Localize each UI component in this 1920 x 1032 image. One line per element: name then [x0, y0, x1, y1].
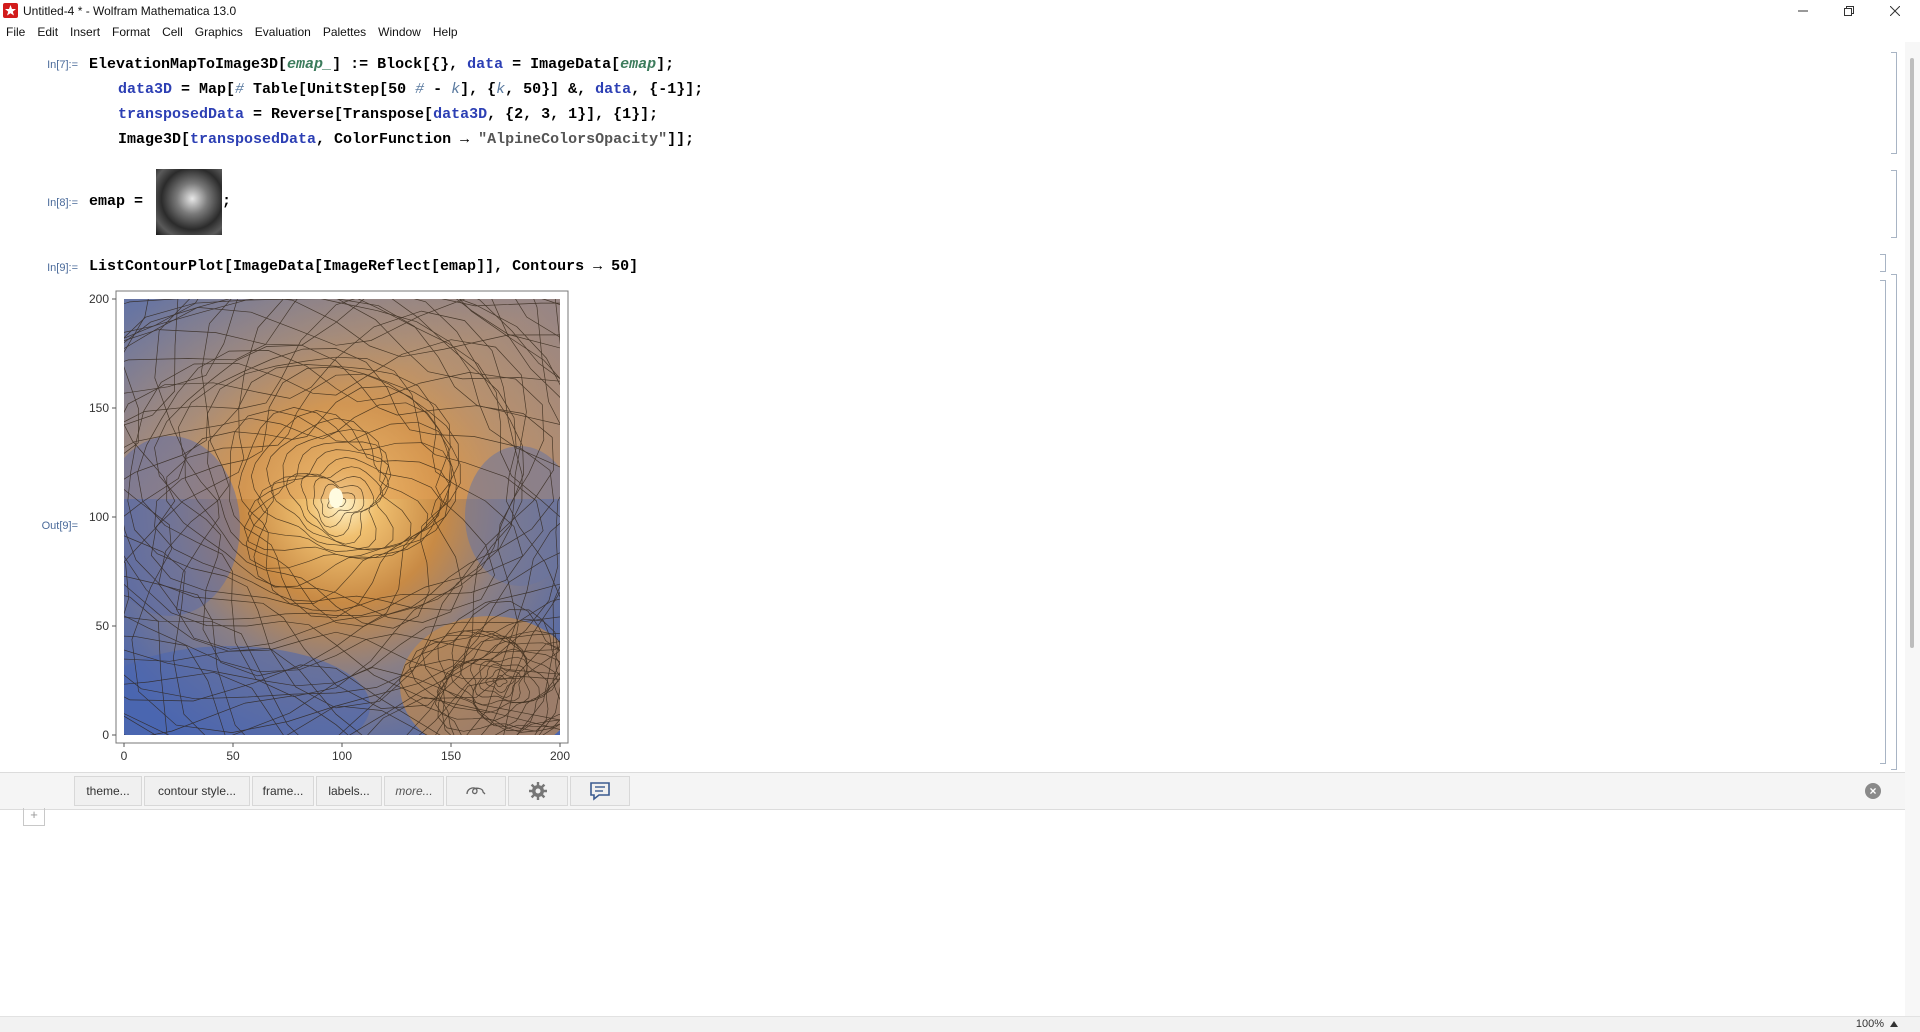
- suggestions-close-icon[interactable]: ×: [1865, 783, 1881, 799]
- x-tick-label-0: 0: [121, 749, 128, 763]
- menu-help[interactable]: Help: [433, 25, 458, 39]
- code-line-2[interactable]: data3D = Map[# Table[UnitStep[50 # - k],…: [118, 81, 703, 98]
- cell-bracket-in7[interactable]: [1891, 52, 1897, 154]
- window-title: Untitled-4 * - Wolfram Mathematica 13.0: [23, 4, 237, 18]
- code-line-3[interactable]: transposedData = Reverse[Transpose[data3…: [118, 106, 658, 123]
- menu-format[interactable]: Format: [112, 25, 150, 39]
- code-line-1[interactable]: ElevationMapToImage3D[emap_] := Block[{}…: [89, 56, 674, 73]
- cell-label-in7: In[7]:=: [47, 59, 78, 71]
- menu-file[interactable]: File: [6, 25, 25, 39]
- y-tick-label-50: 50: [96, 619, 110, 633]
- elevation-map-thumbnail[interactable]: [156, 169, 222, 235]
- settings-gear-icon[interactable]: [508, 776, 568, 806]
- cell-label-in8: In[8]:=: [47, 197, 78, 209]
- status-bar: 100%: [0, 1016, 1920, 1032]
- y-tick-label-200: 200: [89, 292, 109, 306]
- chat-icon[interactable]: [570, 776, 630, 806]
- cell-bracket-group[interactable]: [1891, 274, 1897, 770]
- iconize-icon[interactable]: [446, 776, 506, 806]
- restore-button[interactable]: [1826, 0, 1872, 22]
- y-tick-label-150: 150: [89, 401, 109, 415]
- x-axis-ticks: 0 50 100 150 200: [121, 743, 570, 763]
- minimize-button[interactable]: [1780, 0, 1826, 22]
- code-semicolon: ;: [222, 193, 232, 210]
- menu-insert[interactable]: Insert: [70, 25, 100, 39]
- plot-frame: [115, 290, 569, 744]
- zoom-up-arrow-icon[interactable]: [1890, 1021, 1898, 1027]
- zoom-level[interactable]: 100%: [1856, 1018, 1884, 1030]
- frame-button[interactable]: frame...: [252, 776, 314, 806]
- code-line-listcontourplot[interactable]: ListContourPlot[ImageData[ImageReflect[e…: [89, 258, 638, 275]
- cell-label-out9: Out[9]=: [41, 520, 78, 532]
- suggestions-bar: theme... contour style... frame... label…: [0, 772, 1905, 810]
- theme-button[interactable]: theme...: [74, 776, 142, 806]
- code-line-emap[interactable]: emap =: [89, 193, 152, 210]
- menu-edit[interactable]: Edit: [37, 25, 58, 39]
- y-tick-label-0: 0: [102, 728, 109, 742]
- menu-graphics[interactable]: Graphics: [195, 25, 243, 39]
- contour-plot[interactable]: 0 50 100 150 200 0 50 100 150 200: [80, 286, 580, 766]
- menu-bar: File Edit Insert Format Cell Graphics Ev…: [0, 22, 470, 42]
- x-tick-label-50: 50: [226, 749, 240, 763]
- cell-bracket-out9[interactable]: [1880, 280, 1886, 764]
- menu-cell[interactable]: Cell: [162, 25, 183, 39]
- cell-label-in9: In[9]:=: [47, 262, 78, 274]
- close-button[interactable]: [1872, 0, 1918, 22]
- cell-bracket-in8[interactable]: [1891, 170, 1897, 238]
- menu-evaluation[interactable]: Evaluation: [255, 25, 311, 39]
- contour-field: [124, 299, 560, 735]
- x-tick-label-150: 150: [441, 749, 461, 763]
- scrollbar-thumb[interactable]: [1910, 58, 1914, 648]
- code-line-4[interactable]: Image3D[transposedData, ColorFunction → …: [118, 131, 694, 148]
- menu-window[interactable]: Window: [378, 25, 421, 39]
- y-axis-ticks: 0 50 100 150 200: [89, 292, 116, 742]
- vertical-scrollbar[interactable]: [1905, 42, 1920, 1016]
- contour-style-button[interactable]: contour style...: [144, 776, 250, 806]
- title-bar: Untitled-4 * - Wolfram Mathematica 13.0: [0, 0, 1920, 22]
- cell-bracket-in9[interactable]: [1880, 254, 1886, 272]
- mathematica-logo-icon: [3, 3, 18, 18]
- menu-palettes[interactable]: Palettes: [323, 25, 366, 39]
- add-cell-button[interactable]: +: [23, 808, 45, 826]
- y-tick-label-100: 100: [89, 510, 109, 524]
- more-button[interactable]: more...: [384, 776, 444, 806]
- x-tick-label-100: 100: [332, 749, 352, 763]
- x-tick-label-200: 200: [550, 749, 570, 763]
- labels-button[interactable]: labels...: [316, 776, 382, 806]
